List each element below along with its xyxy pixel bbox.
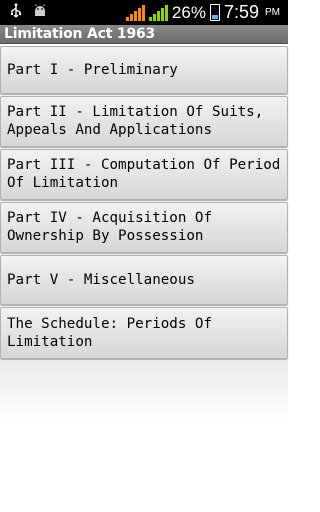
notification-icons	[8, 3, 48, 19]
list-item-label: The Schedule: Periods Of Limitation	[7, 316, 212, 350]
clock-time: 7:59	[223, 2, 259, 22]
list-item-part-2[interactable]: Part II - Limitation Of Suits, Appeals A…	[0, 96, 288, 147]
list-item-part-1[interactable]: Part I - Preliminary	[0, 46, 288, 94]
cell-signal-icon	[148, 4, 168, 21]
list-item-label: Part IV - Acquisition Of Ownership By Po…	[7, 210, 212, 244]
page-title: Limitation Act 1963	[4, 26, 156, 42]
empty-background	[0, 360, 288, 512]
system-indicators: 26% 7:59 PM	[125, 2, 280, 23]
title-bar: Limitation Act 1963	[0, 25, 288, 44]
clock-ampm: PM	[265, 7, 280, 18]
list-item-part-3[interactable]: Part III - Computation Of Period Of Limi…	[0, 149, 288, 200]
status-bar: 26% 7:59 PM	[0, 0, 288, 25]
wifi-signal-icon	[125, 4, 145, 21]
list-item-label: Part II - Limitation Of Suits, Appeals A…	[7, 104, 264, 138]
battery-percent: 26%	[171, 2, 206, 22]
list-item-part-5[interactable]: Part V - Miscellaneous	[0, 255, 288, 305]
list-item-schedule[interactable]: The Schedule: Periods Of Limitation	[0, 307, 288, 359]
list-item-label: Part V - Miscellaneous	[7, 272, 195, 288]
list-item-label: Part III - Computation Of Period Of Limi…	[7, 157, 281, 191]
android-icon	[35, 4, 45, 16]
list-item-part-4[interactable]: Part IV - Acquisition Of Ownership By Po…	[0, 202, 288, 253]
battery-icon	[209, 4, 220, 21]
list-item-label: Part I - Preliminary	[7, 62, 178, 78]
usb-icon	[11, 3, 22, 18]
